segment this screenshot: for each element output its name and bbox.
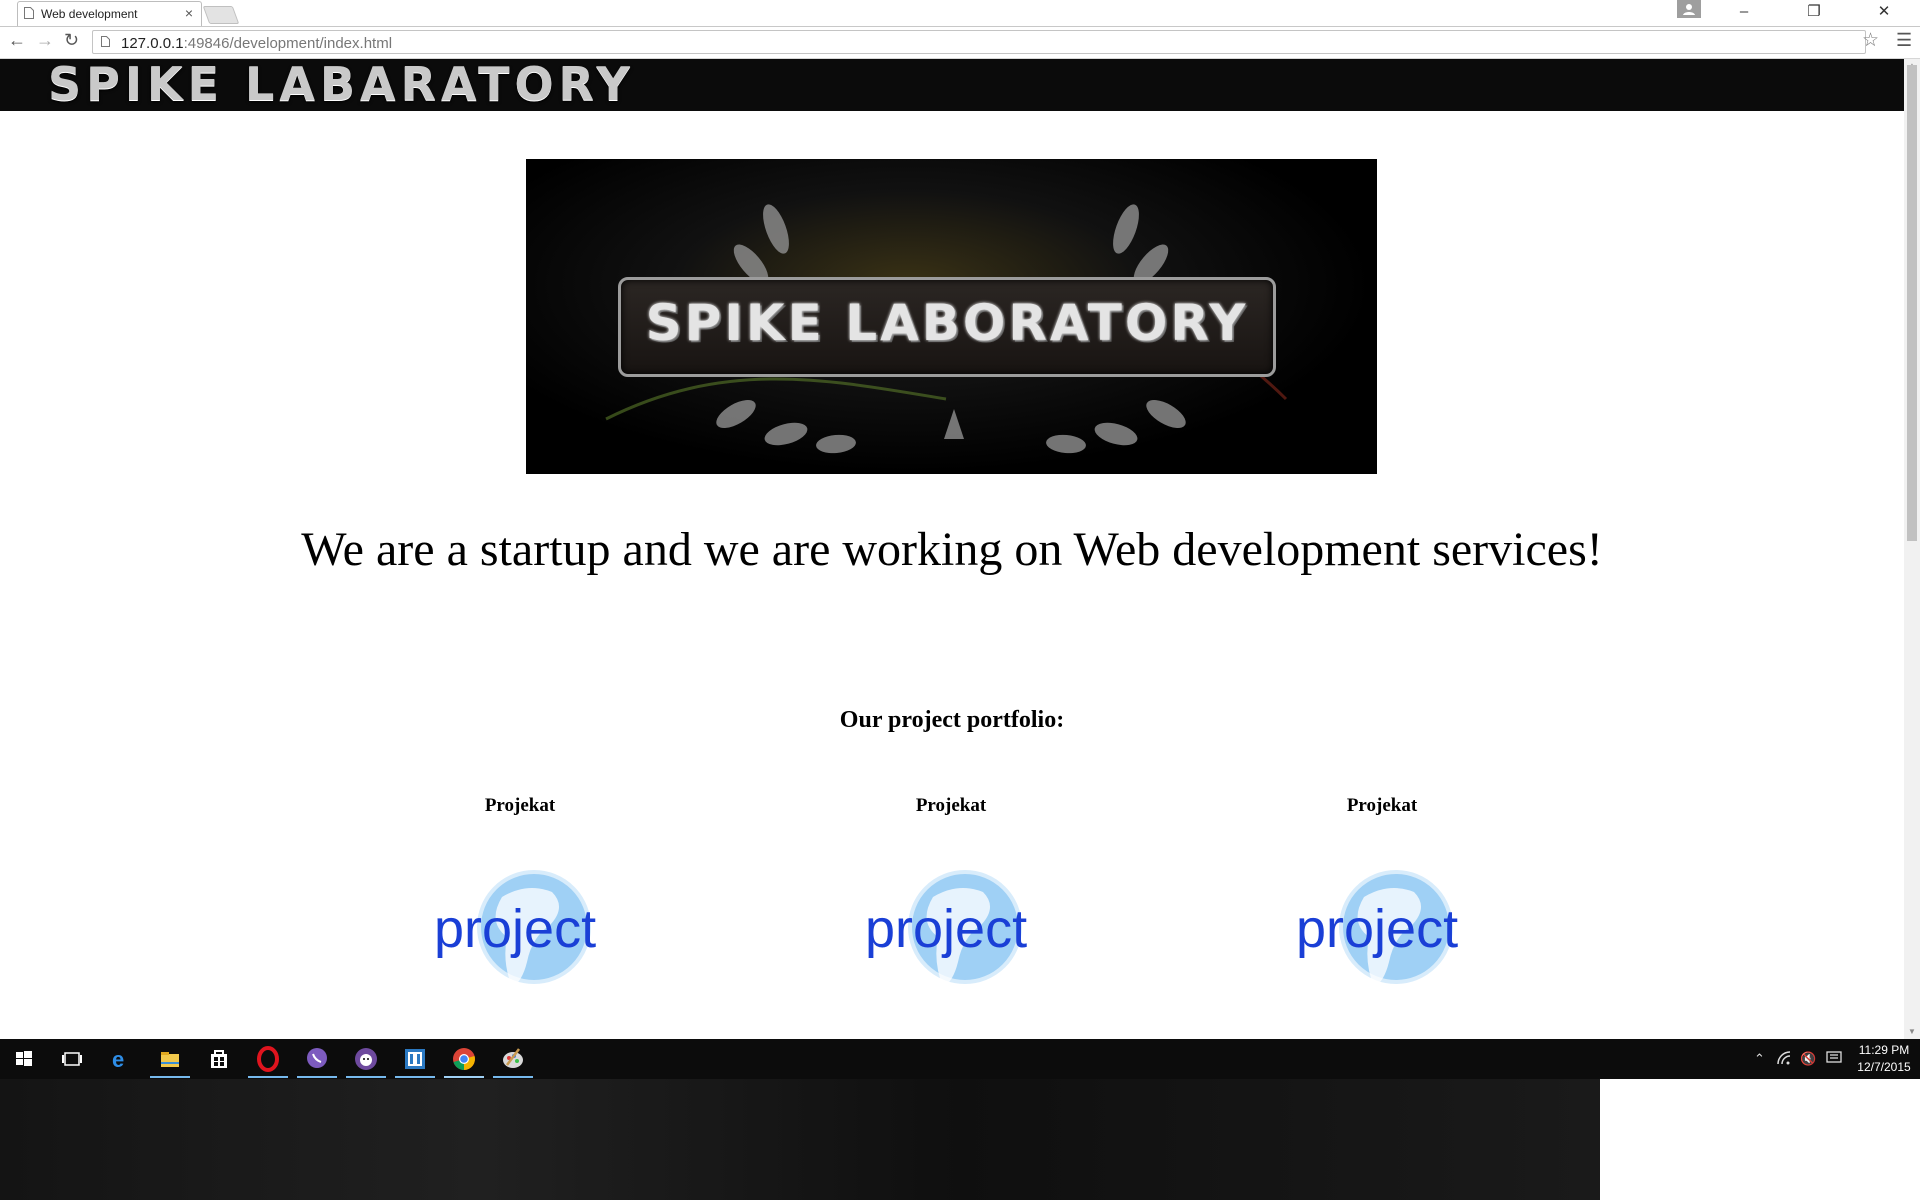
- banner-image: SPIKE LABORATORY: [526, 159, 1377, 474]
- profile-icon[interactable]: [1677, 0, 1701, 18]
- project-logo-icon[interactable]: project: [863, 867, 1053, 997]
- opera-icon[interactable]: [254, 1045, 282, 1073]
- viber-icon[interactable]: [303, 1045, 331, 1073]
- active-app-indicator: [493, 1076, 533, 1078]
- paint-icon[interactable]: [499, 1045, 527, 1073]
- url-path: :49846/development/index.html: [183, 35, 393, 52]
- page-icon: [24, 7, 34, 19]
- project-logo-text: project: [865, 899, 1027, 959]
- site-logo-title: SPIKE LABARATORY: [48, 59, 635, 111]
- edge-icon[interactable]: e: [107, 1045, 135, 1073]
- close-button[interactable]: ✕: [1856, 0, 1912, 26]
- network-icon[interactable]: [1776, 1050, 1794, 1066]
- scroll-down-icon[interactable]: ▼: [1908, 1027, 1916, 1036]
- project-label: Projekat: [915, 795, 987, 816]
- task-view-icon[interactable]: [58, 1045, 86, 1073]
- action-center-icon[interactable]: [1826, 1051, 1842, 1065]
- show-hidden-icons-icon[interactable]: ⌃: [1754, 1051, 1765, 1067]
- url-text[interactable]: 127.0.0.1:49846/development/index.html: [121, 35, 392, 52]
- tab-title: Web development: [41, 7, 138, 21]
- active-app-indicator: [346, 1076, 386, 1078]
- active-app-indicator: [395, 1076, 435, 1078]
- project-logo-icon[interactable]: project: [1294, 867, 1484, 997]
- project-logo-text: project: [1296, 899, 1458, 959]
- active-app-indicator: [150, 1076, 190, 1078]
- minimize-button[interactable]: –: [1716, 0, 1772, 26]
- browser-tab[interactable]: Web development ×: [17, 1, 202, 26]
- tab-close-icon[interactable]: ×: [185, 5, 193, 21]
- address-bar[interactable]: 127.0.0.1:49846/development/index.html: [92, 30, 1866, 54]
- vertical-scrollbar[interactable]: ▲ ▼: [1904, 59, 1920, 1039]
- file-explorer-icon[interactable]: [156, 1045, 184, 1073]
- clock-time: 11:29 PM: [1858, 1043, 1910, 1057]
- visual-studio-icon[interactable]: [401, 1045, 429, 1073]
- page-viewport: SPIKE LABARATORY SPIKE LABORATORY We are…: [0, 59, 1904, 1039]
- chrome-icon[interactable]: [450, 1045, 478, 1073]
- clock-date: 12/7/2015: [1857, 1060, 1911, 1074]
- project-logo-icon[interactable]: project: [432, 867, 622, 997]
- back-icon[interactable]: ←: [8, 30, 26, 51]
- project-label: Projekat: [1346, 795, 1418, 816]
- tab-strip: Web development × – ❐ ✕: [0, 0, 1920, 27]
- restore-button[interactable]: ❐: [1786, 0, 1842, 26]
- toolbar: ← → ↻ 127.0.0.1:49846/development/index.…: [0, 27, 1920, 59]
- headline: We are a startup and we are working on W…: [301, 523, 1603, 576]
- windows-start-icon[interactable]: [10, 1045, 38, 1073]
- desktop-background: [0, 1079, 1600, 1200]
- system-clock[interactable]: 11:29 PM 12/7/2015: [1854, 1042, 1914, 1076]
- bookmark-star-icon[interactable]: ☆: [1862, 29, 1879, 52]
- new-tab-button[interactable]: [202, 6, 240, 24]
- active-app-indicator: [248, 1076, 288, 1078]
- active-app-indicator: [297, 1076, 337, 1078]
- portfolio-heading: Our project portfolio:: [839, 707, 1065, 733]
- volume-muted-icon[interactable]: 🔇: [1800, 1051, 1816, 1067]
- reload-icon[interactable]: ↻: [64, 30, 79, 51]
- forward-icon[interactable]: →: [36, 30, 54, 51]
- banner-title: SPIKE LABORATORY: [645, 294, 1249, 352]
- active-app-indicator: [444, 1076, 484, 1078]
- github-icon[interactable]: [352, 1045, 380, 1073]
- scrollbar-thumb[interactable]: [1907, 65, 1917, 541]
- project-logo-text: project: [434, 899, 596, 959]
- menu-icon[interactable]: ☰: [1896, 30, 1912, 51]
- project-label: Projekat: [484, 795, 556, 816]
- site-header: SPIKE LABARATORY: [0, 59, 1904, 111]
- page-info-icon[interactable]: [101, 36, 110, 47]
- store-icon[interactable]: [205, 1045, 233, 1073]
- svg-text:e: e: [112, 1047, 124, 1072]
- url-host: 127.0.0.1: [121, 35, 184, 52]
- banner-plate: SPIKE LABORATORY: [618, 277, 1276, 377]
- taskbar: e ⌃ 🔇 11:29 PM 12/7/2015: [0, 1039, 1920, 1079]
